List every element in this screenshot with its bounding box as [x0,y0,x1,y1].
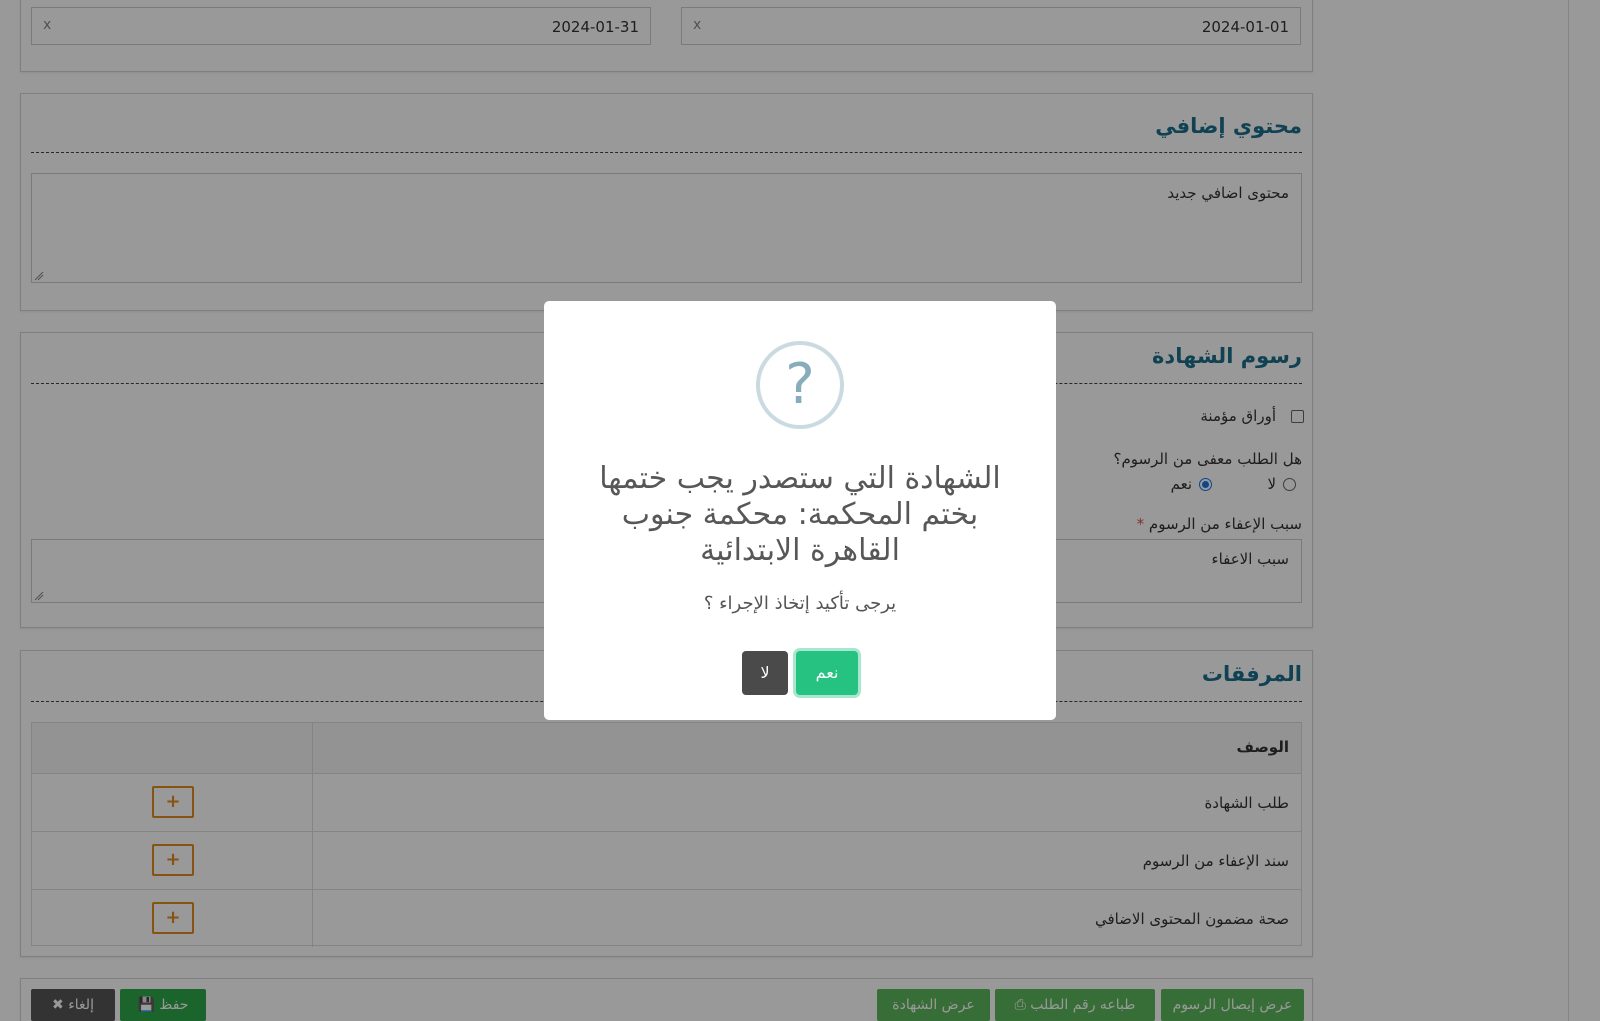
confirm-no-button[interactable]: لا [742,651,788,695]
confirm-dialog: ? الشهادة التي ستصدر يجب ختمها بختم المح… [544,301,1056,720]
question-icon: ? [756,341,844,429]
confirm-yes-button[interactable]: نعم [796,651,858,695]
dialog-title: الشهادة التي ستصدر يجب ختمها بختم المحكم… [599,461,1001,568]
dialog-text: يرجى تأكيد إتخاذ الإجراء ؟ [703,593,897,614]
